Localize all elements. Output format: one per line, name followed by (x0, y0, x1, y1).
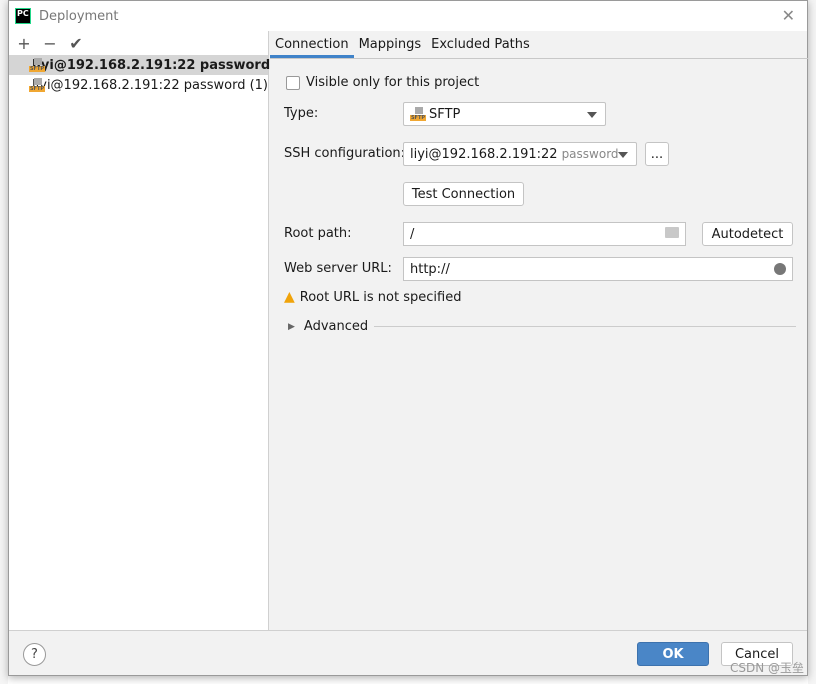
visible-only-checkbox[interactable] (286, 75, 300, 90)
help-button[interactable]: ? (23, 643, 46, 666)
warning-text: Root URL is not specified (299, 289, 462, 305)
close-icon[interactable]: ✕ (782, 6, 795, 25)
tab-excluded-paths[interactable]: Excluded Paths (426, 31, 535, 58)
check-icon[interactable]: ✔ (67, 34, 85, 53)
visible-only-label: Visible only for this project (306, 75, 480, 90)
settings-panel: Connection Mappings Excluded Paths Visib… (270, 31, 808, 630)
chevron-down-icon (587, 112, 597, 118)
background-ide (0, 0, 8, 684)
dialog-footer: ? OK Cancel (9, 630, 807, 676)
expand-arrow-icon[interactable]: ▶ (288, 322, 295, 332)
server-label: liyi@192.168.2.191:22 password (1) (32, 77, 268, 93)
deployment-dialog: PC Deployment ✕ + − ✔ liyi@192.168.2.191… (8, 0, 808, 676)
server-label: liyi@192.168.2.191:22 password (32, 57, 271, 73)
type-dropdown[interactable]: SFTP (403, 102, 606, 126)
visible-only-row: Visible only for this project (286, 75, 479, 90)
background-ide-right (808, 0, 816, 684)
tab-mappings[interactable]: Mappings (354, 31, 427, 58)
advanced-section[interactable]: ▶ Advanced (288, 319, 796, 334)
globe-icon[interactable] (774, 263, 786, 275)
tab-connection[interactable]: Connection (270, 31, 354, 58)
sftp-icon (410, 107, 426, 121)
web-url-input[interactable]: http:// (403, 257, 793, 281)
folder-icon[interactable] (665, 227, 679, 238)
pycharm-logo-icon: PC (15, 8, 31, 24)
dialog-title: Deployment (39, 8, 119, 24)
watermark: CSDN @玉垒 (729, 661, 804, 675)
title-bar: PC Deployment ✕ (9, 1, 807, 31)
test-connection-button[interactable]: Test Connection (403, 182, 524, 206)
warning-row: ▲ Root URL is not specified (284, 289, 461, 305)
root-path-input[interactable]: / (403, 222, 686, 246)
ssh-auth-hint: password (561, 147, 619, 161)
server-list-panel: + − ✔ liyi@192.168.2.191:22 password liy… (9, 31, 271, 630)
server-item[interactable]: liyi@192.168.2.191:22 password (9, 55, 271, 75)
divider (374, 326, 796, 327)
ok-button[interactable]: OK (637, 642, 709, 666)
ssh-more-button[interactable]: ... (645, 142, 669, 166)
ssh-config-dropdown[interactable]: liyi@192.168.2.191:22 password (403, 142, 637, 166)
root-path-label: Root path: (284, 226, 352, 241)
add-icon[interactable]: + (15, 34, 33, 53)
tab-bar: Connection Mappings Excluded Paths (270, 31, 808, 59)
autodetect-button[interactable]: Autodetect (702, 222, 793, 246)
type-label: Type: (284, 106, 319, 121)
server-item[interactable]: liyi@192.168.2.191:22 password (1) (9, 75, 268, 95)
web-url-label: Web server URL: (284, 261, 392, 276)
list-toolbar: + − ✔ (9, 31, 268, 55)
type-value: SFTP (429, 106, 461, 122)
chevron-down-icon (618, 152, 628, 158)
root-path-value: / (410, 226, 415, 242)
warning-icon: ▲ (284, 289, 295, 305)
ssh-config-label: SSH configuration: (284, 146, 406, 161)
web-url-value: http:// (410, 261, 450, 277)
advanced-label: Advanced (303, 319, 369, 334)
ssh-config-value: liyi@192.168.2.191:22 (410, 146, 558, 162)
remove-icon[interactable]: − (41, 34, 59, 53)
